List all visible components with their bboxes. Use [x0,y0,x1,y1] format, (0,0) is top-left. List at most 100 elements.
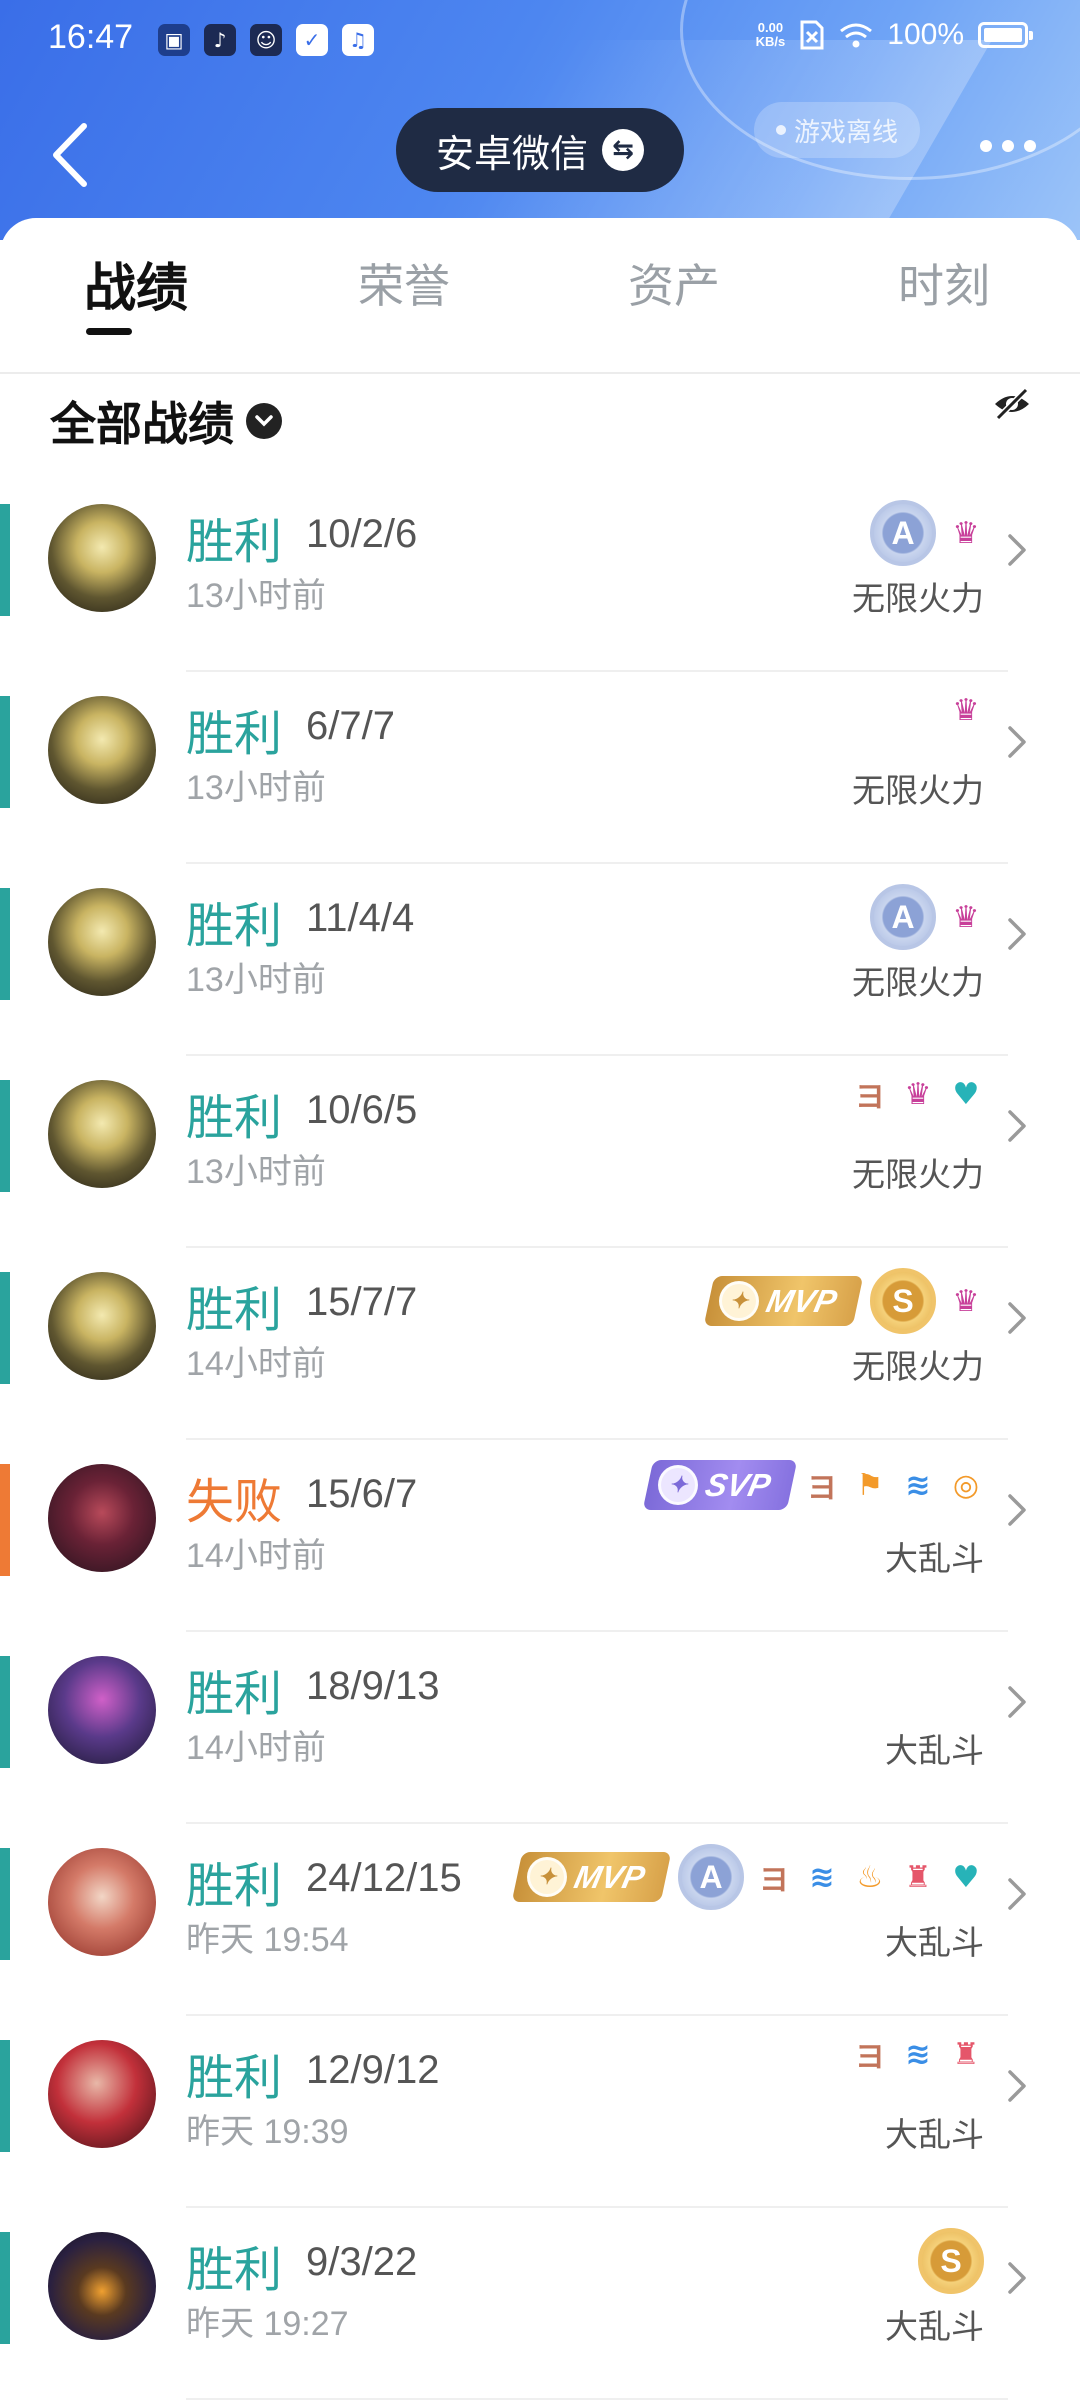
match-time: 13小时前 [186,769,326,807]
match-row[interactable]: 胜利 6/7/7 13小时前 ♛ 无限火力 [0,672,1080,864]
match-row[interactable]: 胜利 11/4/4 13小时前 A ♛ 无限火力 [0,864,1080,1056]
check-icon: ✓ [296,24,328,56]
lotus-icon: ♛ [904,1076,932,1112]
match-time: 昨天 19:39 [186,2113,349,2151]
match-result: 胜利 [186,1090,283,1146]
coins-icon: ◎ [952,1467,980,1503]
match-kda: 9/3/22 [306,2240,418,2284]
badge-text: MVP [762,1282,840,1319]
chevron-right-icon [1008,1494,1026,1526]
triple-kill-icon: ヨ [855,2040,885,2075]
lotus-icon: ♛ [952,692,980,728]
match-badges: ヨ ♛ ♥ [852,1076,984,1116]
wave-icon: ≋ [905,1467,931,1503]
hide-eye-icon[interactable] [992,384,1032,424]
offline-dot [775,125,786,135]
match-row[interactable]: 胜利 10/2/6 13小时前 A ♛ 无限火力 [0,480,1080,672]
account-name: 安卓微信 [435,131,588,176]
rating-medal-icon: A [678,1844,744,1910]
heart-plus-icon: ♥ [952,1859,980,1895]
match-time: 13小时前 [186,961,326,999]
tiktok-icon: ♪ [204,24,236,56]
match-result: 胜利 [186,1858,283,1914]
chevron-right-icon [1008,1302,1026,1334]
wave-icon: ≋ [809,1859,835,1895]
more-dot [1024,140,1036,152]
match-time: 14小时前 [186,1537,326,1575]
badge-star-icon: ✦ [718,1281,759,1321]
match-badges: ♛ [948,692,984,728]
back-button[interactable] [44,120,96,190]
active-tab-indicator [86,328,132,335]
tab-assets[interactable]: 资产 [628,250,720,316]
match-mode: 大乱斗 [885,1731,984,1770]
fire-icon: ♨ [856,1859,884,1895]
hero-avatar [48,888,156,996]
hero-avatar [48,1848,156,1956]
match-row[interactable]: 胜利 18/9/13 14小时前 大乱斗 [0,1632,1080,1824]
match-badges: ✦ MVP S ♛ [703,1268,984,1334]
match-badges: S [918,2228,984,2294]
match-kda: 10/6/5 [306,1088,418,1132]
match-row[interactable]: 胜利 15/7/7 14小时前 ✦ MVP S ♛ 无限火力 [0,1248,1080,1440]
hero-avatar [48,1464,156,1572]
match-row[interactable]: 胜利 10/6/5 13小时前 ヨ ♛ ♥ 无限火力 [0,1056,1080,1248]
match-row[interactable]: 胜利 12/9/12 昨天 19:39 ヨ ≋ ♜ 大乱斗 [0,2016,1080,2208]
hero-avatar [48,504,156,612]
account-switch-button[interactable]: 安卓微信 ⇆ [396,108,684,192]
match-badges: A ♛ [870,884,984,950]
badge-star-icon: ✦ [526,1857,567,1897]
match-row[interactable]: 胜利 9/3/22 昨天 19:27 S 大乱斗 [0,2208,1080,2400]
match-row[interactable]: 胜利 24/12/15 昨天 19:54 ✦ MVP A ヨ ≋ ♨ ♜ ♥ 大乱斗 [0,1824,1080,2016]
result-indicator-bar [0,1464,10,1576]
match-list: 胜利 10/2/6 13小时前 A ♛ 无限火力 胜利 6/7/7 13小时前 ♛ 无限火力 胜利 11… [0,480,1080,2400]
chevron-right-icon [1008,1686,1026,1718]
records-filter-dropdown[interactable]: 全部战绩 [50,388,282,454]
no-sim-icon [800,20,824,50]
result-indicator-bar [0,1848,10,1960]
more-dot [1002,140,1014,152]
wave-icon: ≋ [905,2036,931,2072]
battery-percent: 100% [887,18,964,51]
tab-records[interactable]: 战绩 [84,246,188,321]
lotus-icon: ♛ [952,899,980,935]
match-result: 胜利 [186,2242,283,2298]
mvp-badge: ✦ MVP [511,1852,672,1902]
match-badges: ✦ MVP A ヨ ≋ ♨ ♜ ♥ [511,1844,984,1910]
triple-kill-icon: ヨ [807,1471,837,1506]
rating-medal-icon: A [870,884,936,950]
match-badges: ✦ SVP ヨ ⚑ ≋ ◎ [642,1460,984,1510]
tower-icon: ♜ [952,2036,980,2072]
match-time: 13小时前 [186,577,326,615]
hero-avatar [48,696,156,804]
rating-medal-icon: S [870,1268,936,1334]
match-result: 胜利 [186,706,283,762]
match-mode: 大乱斗 [885,1923,984,1962]
result-indicator-bar [0,888,10,1000]
match-mode: 无限火力 [852,1155,984,1194]
badge-star-icon: ✦ [657,1465,698,1505]
match-kda: 12/9/12 [306,2048,440,2092]
lotus-icon: ♛ [952,515,980,551]
tab-moments[interactable]: 时刻 [898,250,990,316]
rating-medal-icon: A [870,500,936,566]
result-indicator-bar [0,1272,10,1384]
tab-honor[interactable]: 荣誉 [358,250,450,316]
match-time: 13小时前 [186,1153,326,1191]
match-mode: 无限火力 [852,579,984,618]
net-speed-unit: KB/s [755,34,786,49]
match-kda: 15/7/7 [306,1280,418,1324]
chevron-right-icon [1008,918,1026,950]
tower-icon: ♜ [904,1859,932,1895]
more-options-button[interactable] [980,140,1036,152]
svp-badge: ✦ SVP [642,1460,798,1510]
match-row[interactable]: 失败 15/6/7 14小时前 ✦ SVP ヨ ⚑ ≋ ◎ 大乱斗 [0,1440,1080,1632]
net-speed: 0.00 KB/s [756,21,786,49]
lotus-icon: ♛ [952,1283,980,1319]
match-kda: 10/2/6 [306,512,418,556]
swap-icon: ⇆ [602,129,644,171]
result-indicator-bar [0,2232,10,2344]
chevron-right-icon [1008,726,1026,758]
chevron-right-icon [1008,1878,1026,1910]
match-badges: ヨ ≋ ♜ [852,2036,984,2076]
